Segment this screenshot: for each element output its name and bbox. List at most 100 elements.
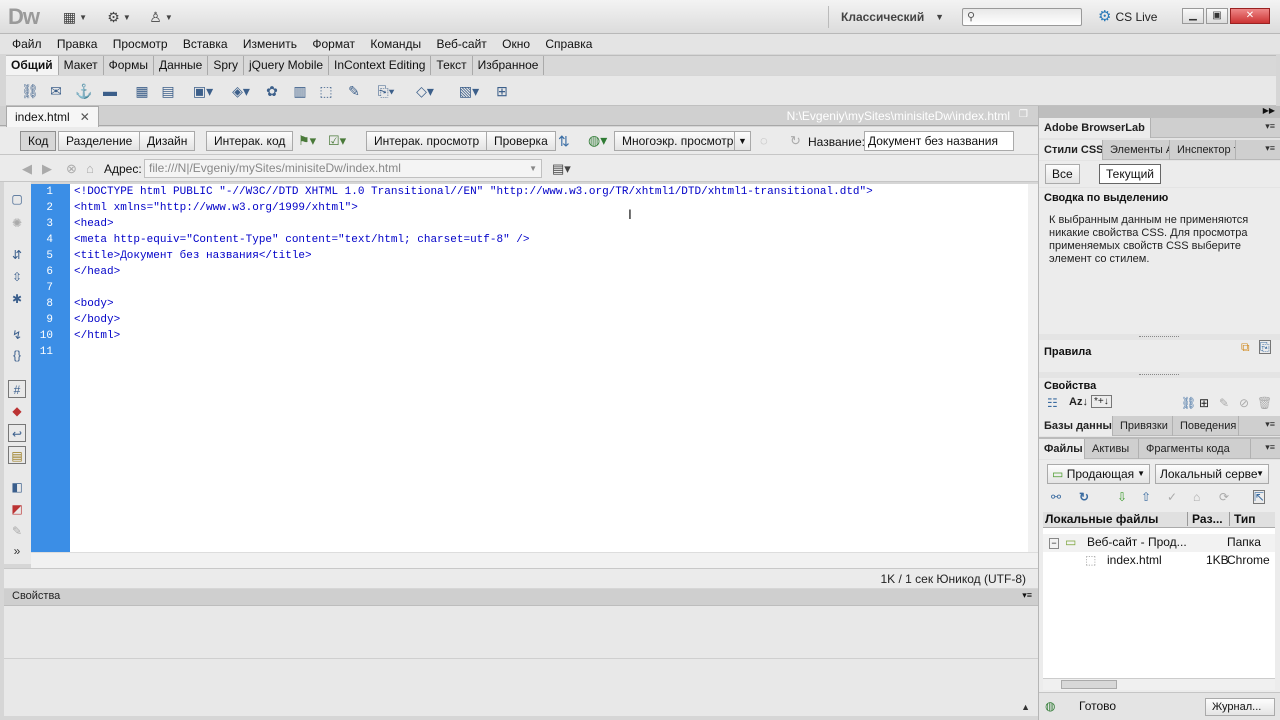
balance-braces-icon[interactable]: {} (8, 346, 26, 364)
cs-live-button[interactable]: ⚙ CS Live (1098, 8, 1157, 26)
preview-browser-icon[interactable]: ◍▾ (588, 132, 607, 149)
more-tools-icon[interactable]: » (8, 542, 26, 560)
panel-menu-icon[interactable]: ▾≡ (1265, 442, 1275, 453)
tab-favorites[interactable]: Избранное (472, 56, 545, 75)
code-line[interactable]: <title>Документ без названия</title> (74, 248, 312, 264)
menu-modify[interactable]: Изменить (237, 34, 303, 54)
line-numbers-icon[interactable]: # (8, 380, 26, 398)
code-vertical-scrollbar[interactable] (1028, 184, 1038, 552)
new-rule-icon[interactable]: ⧉ (1241, 340, 1250, 355)
code-line[interactable]: <meta http-equiv="Content-Type" content=… (74, 232, 529, 248)
tag-chooser-icon[interactable]: ⊞ (492, 81, 512, 101)
minimize-button[interactable]: ▁ (1182, 8, 1204, 24)
panel-menu-icon[interactable]: ▾≡ (1265, 143, 1275, 154)
highlight-invalid-code-icon[interactable]: ◆ (8, 402, 26, 420)
code-horizontal-scrollbar[interactable] (31, 552, 1038, 568)
back-icon[interactable]: ◀ (22, 161, 32, 177)
syntax-coloring-icon[interactable]: ▤ (8, 446, 26, 464)
script-icon[interactable]: ◇▾ (410, 81, 440, 101)
live-view-button[interactable]: Интерак. просмотр (366, 131, 488, 151)
refresh-icon[interactable]: ↻ (790, 133, 801, 149)
browse-options-icon[interactable]: ▤▾ (552, 161, 571, 177)
code-line[interactable]: <html xmlns="http://www.w3.org/1999/xhtm… (74, 200, 358, 216)
widget-icon[interactable]: ✿ (262, 81, 282, 101)
forward-icon[interactable]: ▶ (42, 161, 52, 177)
collapse-selection-icon[interactable]: ⇳ (8, 268, 26, 286)
tab-behaviors[interactable]: Поведения (1175, 416, 1239, 436)
table-row[interactable]: − ▭ Веб-сайт - Прод... Папка (1043, 534, 1275, 552)
open-documents-icon[interactable]: ▢ (8, 190, 26, 208)
col-type[interactable]: Тип (1229, 512, 1256, 526)
collapse-tree-icon[interactable]: − (1049, 538, 1059, 549)
site-manager-icon[interactable]: ♙ ▼ (144, 8, 178, 26)
table-row[interactable]: ⬚ index.html 1KB Chrome (1043, 552, 1275, 570)
menu-commands[interactable]: Команды (364, 34, 427, 54)
menu-insert[interactable]: Вставка (177, 34, 234, 54)
col-size[interactable]: Раз... (1187, 512, 1223, 526)
collapse-dock-icon[interactable]: ▶▶ (1039, 106, 1280, 118)
workspace-switcher[interactable]: Классический ▼ (828, 6, 948, 28)
expand-properties-icon[interactable]: ▲ (1021, 702, 1030, 712)
div-tag-icon[interactable]: ▤ (158, 81, 178, 101)
tab-common[interactable]: Общий (6, 56, 59, 75)
menu-site[interactable]: Веб-сайт (431, 34, 493, 54)
code-line[interactable]: <!DOCTYPE html PUBLIC "-//W3C//DTD XHTML… (74, 184, 873, 200)
tab-text[interactable]: Текст (431, 56, 473, 75)
templates-icon[interactable]: ▧▾ (454, 81, 484, 101)
code-line[interactable]: </body> (74, 312, 120, 328)
col-local-files[interactable]: Локальные файлы (1045, 512, 1158, 526)
document-tab[interactable]: index.html ✕ (6, 106, 99, 127)
menu-window[interactable]: Окно (496, 34, 536, 54)
layout-switch-icon[interactable]: ▦ ▼ (58, 8, 92, 26)
close-window-button[interactable]: ✕ (1230, 8, 1270, 24)
remove-comment-icon[interactable]: ◩ (8, 500, 26, 518)
tab-data[interactable]: Данные (153, 56, 209, 75)
stop-icon[interactable]: ⊗ (66, 161, 77, 177)
hyperlink-icon[interactable]: ⛓ (20, 81, 40, 101)
refresh-files-icon[interactable]: ↻ (1079, 490, 1089, 504)
menu-view[interactable]: Просмотр (107, 34, 174, 54)
tab-assets[interactable]: Активы (1087, 439, 1139, 459)
tab-tag-inspector[interactable]: Инспектор т (1172, 140, 1236, 160)
category-view-icon[interactable]: ☷ (1047, 396, 1058, 410)
tab-files[interactable]: Файлы (1039, 439, 1085, 459)
menu-format[interactable]: Формат (306, 34, 361, 54)
server-include-icon[interactable]: ⬚ (316, 81, 336, 101)
panel-menu-icon[interactable]: ▾≡ (1265, 419, 1275, 430)
code-line[interactable]: <body> (74, 296, 114, 312)
inspect-mode-icon[interactable]: ☑▾ (328, 133, 346, 149)
word-wrap-icon[interactable]: ↩ (8, 424, 26, 442)
close-tab-icon[interactable]: ✕ (80, 110, 90, 124)
attach-stylesheet-icon[interactable]: ⛓ (1181, 396, 1196, 410)
restore-doc-icon[interactable]: ❐ (1019, 109, 1028, 120)
image-icon[interactable]: ▣▾ (188, 81, 218, 101)
tab-bindings[interactable]: Привязки (1115, 416, 1173, 436)
show-cascade-icon[interactable]: ⎘ (1259, 340, 1271, 354)
tab-incontext-editing[interactable]: InContext Editing (329, 56, 432, 75)
new-css-rule-icon[interactable]: ⊞ (1199, 396, 1209, 410)
tab-layout[interactable]: Макет (58, 56, 104, 75)
visual-aids-icon[interactable]: ◌ (760, 133, 768, 148)
journal-button[interactable]: Журнал... (1205, 698, 1275, 716)
server-view-select[interactable]: Локальный серве ▼ (1155, 464, 1269, 484)
date-icon[interactable]: ▥ (290, 81, 310, 101)
head-icon[interactable]: ⎘▾ (372, 81, 400, 101)
scrollbar-thumb[interactable] (1061, 680, 1117, 689)
apply-comment-icon[interactable]: ◧ (8, 478, 26, 496)
expand-files-icon[interactable]: ⇱ (1253, 490, 1266, 504)
document-title-input[interactable]: Документ без названия (864, 131, 1014, 151)
current-mode-button[interactable]: Текущий (1099, 164, 1161, 184)
code-line[interactable]: </html> (74, 328, 120, 344)
address-input[interactable]: file:///N|/Evgeniy/mySites/minisiteDw/in… (144, 159, 542, 178)
comment-icon[interactable]: ✎ (344, 81, 364, 101)
disable-property-icon[interactable]: ⊘ (1239, 396, 1249, 410)
multiscreen-button[interactable]: Многоэкр. просмотр (614, 131, 742, 151)
delete-rule-icon[interactable]: 🗑 (1257, 396, 1272, 410)
set-properties-icon[interactable]: *+↓ (1091, 395, 1112, 408)
tab-databases[interactable]: Базы данных (1039, 416, 1113, 436)
show-code-navigator-icon[interactable]: ✺ (8, 214, 26, 232)
select-parent-tag-icon[interactable]: ↯ (8, 326, 26, 344)
inspect-button[interactable]: Проверка (486, 131, 556, 151)
connect-remote-icon[interactable]: ⚯ (1051, 490, 1061, 504)
resize-grip[interactable] (1139, 374, 1179, 376)
